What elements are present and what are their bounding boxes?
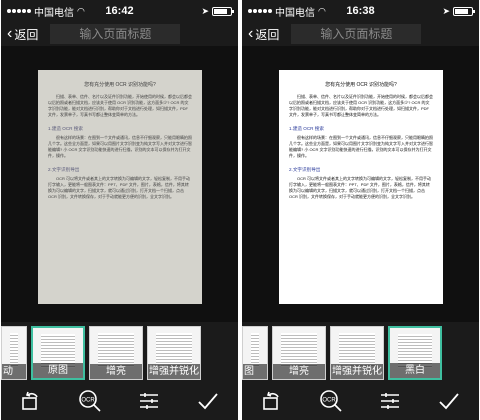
nav-bar: ‹ 返回 bbox=[1, 22, 238, 46]
svg-text:OCR: OCR bbox=[322, 398, 336, 404]
doc-title: 您有充分使用 OCR 识别功能吗? bbox=[84, 82, 156, 88]
doc-section1-text: 很有这样的场景：在图到一个文件或通讯，信息不仔细观察，只能用眼睛拍照几个字。这些… bbox=[48, 135, 192, 158]
battery-icon bbox=[212, 6, 234, 16]
rotate-icon[interactable] bbox=[17, 387, 45, 415]
doc-section1-text: 很有这样的场景：在图到一个文件或通讯，信息不仔细观察，只能用眼睛拍照几个字。这些… bbox=[289, 135, 433, 158]
filter-thumb-original-partial[interactable]: 图 bbox=[242, 326, 268, 380]
status-time: 16:38 bbox=[346, 5, 375, 17]
ocr-icon[interactable]: OCR bbox=[317, 387, 345, 415]
status-time: 16:42 bbox=[105, 5, 134, 17]
page-title-input[interactable] bbox=[50, 24, 181, 44]
confirm-check-icon[interactable] bbox=[435, 387, 463, 415]
doc-section2-heading: 2.文字识别导出 bbox=[48, 167, 80, 172]
back-label: 返回 bbox=[14, 27, 39, 42]
back-button[interactable]: ‹ 返回 bbox=[248, 26, 279, 43]
doc-section2-text: OCR 可以将文件或者其上的文字转换为可编辑的文字，轻松复制，不用手动打字输入，… bbox=[48, 176, 190, 199]
filter-thumb-brighten[interactable]: 增亮 bbox=[89, 326, 143, 380]
chevron-left-icon: ‹ bbox=[7, 25, 13, 42]
document-canvas: 您有充分使用 OCR 识别功能吗? 扫描、表单、信件、名片以及证件识别功能，开始… bbox=[1, 46, 238, 322]
back-button[interactable]: ‹ 返回 bbox=[7, 26, 38, 43]
svg-text:OCR: OCR bbox=[81, 398, 95, 404]
filter-label: 图 bbox=[243, 364, 267, 379]
bottom-toolbar: OCR bbox=[1, 382, 238, 420]
filter-strip: 动 原图 增亮 增强并锐化 bbox=[1, 322, 238, 382]
filter-thumb-brighten[interactable]: 增亮 bbox=[272, 326, 326, 380]
status-bar: 中国电信 ◠ 16:38 ➤ bbox=[242, 0, 479, 22]
ocr-icon[interactable]: OCR bbox=[76, 387, 104, 415]
filter-label: 增强并锐化 bbox=[148, 364, 200, 379]
back-label: 返回 bbox=[255, 27, 280, 42]
filter-label: 原图 bbox=[33, 363, 83, 378]
phone-screen-original: 中国电信 ◠ 16:42 ➤ ‹ 返回 您有充分使用 OCR 识别功能吗? 扫描… bbox=[1, 0, 238, 420]
doc-intro: 扫描、表单、信件、名片以及证件识别功能，开始使用的时候，都会以后都会以后拍照或者… bbox=[289, 94, 433, 117]
doc-section2-heading: 2.文字识别导出 bbox=[289, 167, 321, 172]
doc-section2-text: OCR 可以将文件或者其上的文字转换为可编辑的文字，轻松复制，不用手动打字输入，… bbox=[289, 176, 431, 199]
rotate-icon[interactable] bbox=[258, 387, 286, 415]
document-canvas: 您有充分使用 OCR 识别功能吗? 扫描、表单、信件、名片以及证件识别功能，开始… bbox=[242, 46, 479, 322]
status-bar: 中国电信 ◠ 16:42 ➤ bbox=[1, 0, 238, 22]
filter-label: 增强并锐化 bbox=[331, 364, 383, 379]
filter-label: 增亮 bbox=[273, 364, 325, 379]
filter-thumb-enhance-sharpen[interactable]: 增强并锐化 bbox=[147, 326, 201, 380]
filter-thumb-enhance-sharpen[interactable]: 增强并锐化 bbox=[330, 326, 384, 380]
doc-intro: 扫描、表单、信件、名片以及证件识别功能，开始使用的时候，都会以后都会以后拍照或者… bbox=[48, 94, 192, 117]
nav-bar: ‹ 返回 bbox=[242, 22, 479, 46]
confirm-check-icon[interactable] bbox=[194, 387, 222, 415]
filter-strip: 图 增亮 增强并锐化 黑白 bbox=[242, 322, 479, 382]
adjust-icon[interactable] bbox=[376, 387, 404, 415]
document-preview: 您有充分使用 OCR 识别功能吗? 扫描、表单、信件、名片以及证件识别功能，开始… bbox=[279, 70, 443, 304]
filter-label: 动 bbox=[2, 364, 26, 379]
document-preview: 您有充分使用 OCR 识别功能吗? 扫描、表单、信件、名片以及证件识别功能，开始… bbox=[38, 70, 202, 304]
filter-label: 黑白 bbox=[390, 363, 440, 378]
filter-label: 增亮 bbox=[90, 364, 142, 379]
doc-section1-heading: 1.建造 OCR 搜索 bbox=[48, 126, 83, 131]
page-title-input[interactable] bbox=[291, 24, 422, 44]
battery-icon bbox=[453, 6, 475, 16]
doc-section1-heading: 1.建造 OCR 搜索 bbox=[289, 126, 324, 131]
filter-thumb-black-white[interactable]: 黑白 bbox=[388, 326, 442, 380]
bottom-toolbar: OCR bbox=[242, 382, 479, 420]
adjust-icon[interactable] bbox=[135, 387, 163, 415]
phone-screen-bw: 中国电信 ◠ 16:38 ➤ ‹ 返回 您有充分使用 OCR 识别功能吗? 扫描… bbox=[242, 0, 479, 420]
filter-thumb-auto[interactable]: 动 bbox=[1, 326, 27, 380]
doc-title: 您有充分使用 OCR 识别功能吗? bbox=[325, 82, 397, 88]
chevron-left-icon: ‹ bbox=[248, 25, 254, 42]
filter-thumb-original[interactable]: 原图 bbox=[31, 326, 85, 380]
